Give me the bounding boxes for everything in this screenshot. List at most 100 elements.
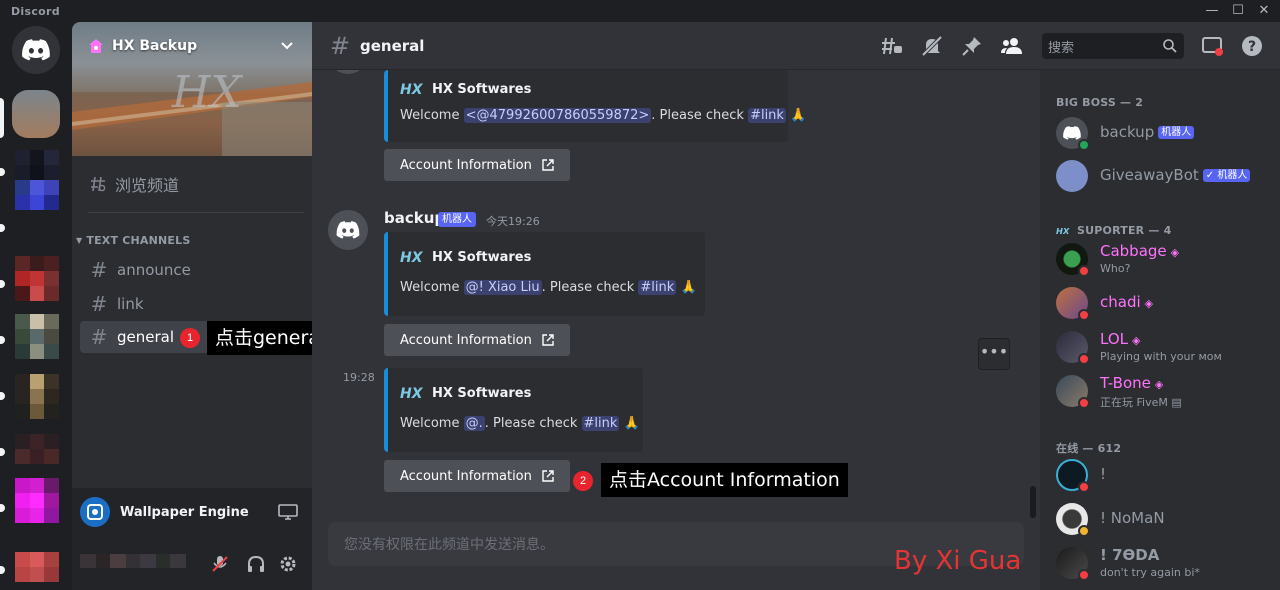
server-icon-blurred[interactable] [15, 478, 59, 523]
bot-avatar[interactable] [328, 210, 368, 250]
user-name-blurred [156, 554, 170, 568]
svg-text:HX: HX [1056, 226, 1070, 236]
category-text-channels[interactable]: ▼ TEXT CHANNELS [76, 232, 190, 248]
unread-indicator [0, 566, 5, 574]
member-name: backup 机器人 [1100, 123, 1195, 141]
server-icon-blurred[interactable] [15, 374, 59, 419]
help-icon[interactable]: ? [1240, 34, 1264, 58]
category-label: TEXT CHANNELS [86, 233, 191, 247]
activity-panel[interactable]: Wallpaper Engine [72, 488, 312, 536]
threads-icon[interactable] [880, 34, 904, 58]
screen-share-icon[interactable] [278, 503, 298, 521]
pin-icon[interactable] [960, 34, 984, 58]
user-mention[interactable]: @. [463, 416, 485, 431]
hx-logo-icon: HX [400, 386, 424, 402]
settings-gear-icon[interactable] [278, 554, 298, 574]
button-label: Account Information [400, 468, 532, 484]
member-lol[interactable]: LOL ◈ Playing with your ᴍᴏᴍ [1048, 326, 1272, 368]
channel-announce[interactable]: # announce [80, 254, 304, 286]
mic-muted-icon[interactable] [210, 554, 230, 574]
embed-author-name: HX Softwares [432, 385, 532, 401]
channel-sidebar: HX HX Backup 浏览频道 ▼ TEXT CHANNELS # anno… [72, 22, 312, 590]
member-noman[interactable]: ! NoMaN [1048, 498, 1272, 540]
server-home-icon [89, 39, 103, 53]
member-chadi[interactable]: chadi ◈ [1048, 282, 1272, 324]
headphones-icon[interactable] [246, 554, 266, 574]
user-avatar-blurred [96, 554, 110, 568]
member-group-title: SUPORTER — 4 [1077, 224, 1172, 237]
channel-link[interactable]: #link [581, 416, 620, 431]
server-icon-blurred[interactable] [15, 434, 59, 464]
notification-muted-icon[interactable] [920, 34, 944, 58]
account-information-button[interactable]: Account Information [384, 149, 570, 181]
browse-channels[interactable]: 浏览频道 [80, 168, 304, 200]
server-icon-hx-backup[interactable] [12, 90, 60, 138]
booster-icon: ◈ [1144, 297, 1154, 310]
server-icon-blurred[interactable] [15, 552, 59, 582]
embed-text: . Please check [484, 416, 582, 431]
member-name: ! [1100, 465, 1107, 483]
maximize-icon[interactable]: ☐ [1226, 2, 1250, 20]
embed-author-name: HX Softwares [432, 249, 532, 265]
member-giveawaybot[interactable]: GiveawayBot ✓ 机器人 [1048, 155, 1272, 197]
input-placeholder: 您没有权限在此频道中发送消息。 [344, 537, 554, 553]
user-mention[interactable]: @! Xiao Liu [463, 280, 542, 295]
embed-text: . Please check [541, 280, 639, 295]
inbox-icon[interactable] [1200, 34, 1224, 58]
message-list: HX HX Softwares Welcome <@47992600786055… [312, 70, 1040, 522]
channel-name: announce [117, 261, 191, 279]
member-avatar [1056, 160, 1088, 192]
server-icon-blurred[interactable] [15, 256, 59, 301]
bot-tag: 机器人 [438, 212, 476, 227]
user-panel [72, 536, 312, 590]
embed-text: Welcome [400, 108, 464, 123]
bot-avatar[interactable] [328, 70, 368, 74]
external-link-icon [542, 334, 554, 346]
search-input[interactable]: 搜索 [1042, 33, 1184, 59]
member-cabbage[interactable]: Cabbage ◈ Who? [1048, 238, 1272, 280]
member-bang[interactable]: ! [1048, 454, 1272, 496]
unread-indicator [0, 336, 5, 344]
member-status-text: Playing with your ᴍᴏᴍ [1100, 350, 1222, 363]
unread-indicator [0, 224, 5, 232]
channel-link[interactable]: # link [80, 288, 304, 320]
server-name: HX Backup [112, 38, 198, 54]
member-name-text: chadi [1100, 293, 1141, 311]
watermark: By Xi Gua [894, 546, 1022, 576]
account-information-button[interactable]: Account Information [384, 460, 570, 492]
member-t-bone[interactable]: T-Bone ◈ 正在玩 FiveM ▤ [1048, 370, 1272, 412]
hash-icon: # [90, 258, 108, 282]
chevron-down-icon[interactable] [278, 36, 296, 54]
server-icon-blurred[interactable] [15, 150, 59, 210]
user-mention[interactable]: <@479926007860559872> [463, 108, 652, 123]
scrollbar-thumb[interactable] [1030, 486, 1036, 518]
chat-header: # general 搜索 ? [312, 22, 1280, 70]
home-button[interactable] [12, 26, 60, 74]
message-author[interactable]: backup [384, 209, 445, 227]
message-more-button[interactable]: ••• [978, 338, 1010, 370]
close-icon[interactable]: ✕ [1252, 2, 1276, 20]
member-7oda[interactable]: ! 7ϴDA don't try again bi* [1048, 542, 1272, 584]
message-timestamp: 今天19:26 [486, 215, 540, 228]
status-idle-icon [1078, 525, 1090, 537]
member-list-icon[interactable] [1000, 34, 1024, 58]
channel-title: general [360, 37, 425, 55]
embed-description: Welcome <@479926007860559872>. Please ch… [400, 108, 806, 123]
member-list: BIG BOSS — 2 backup 机器人 GiveawayBot ✓ 机器人 … [1040, 70, 1280, 590]
verified-bot-tag: ✓ 机器人 [1202, 169, 1251, 182]
status-online-icon [1078, 139, 1090, 151]
channel-link[interactable]: #link [638, 280, 677, 295]
account-information-button[interactable]: Account Information [384, 324, 570, 356]
status-dnd-icon [1078, 397, 1090, 409]
member-backup[interactable]: backup 机器人 [1048, 112, 1272, 154]
minimize-icon[interactable]: — [1200, 2, 1224, 20]
member-group-header: BIG BOSS — 2 [1056, 96, 1144, 109]
unread-indicator [0, 168, 5, 176]
hx-logo-icon: HX [400, 82, 424, 98]
channel-link[interactable]: #link [748, 108, 786, 123]
unread-indicator [0, 504, 5, 512]
member-name-text: LOL [1100, 330, 1128, 348]
server-icon-blurred[interactable] [15, 314, 59, 359]
server-header[interactable]: HX Backup [72, 22, 312, 70]
user-avatar-blurred[interactable] [80, 554, 96, 568]
